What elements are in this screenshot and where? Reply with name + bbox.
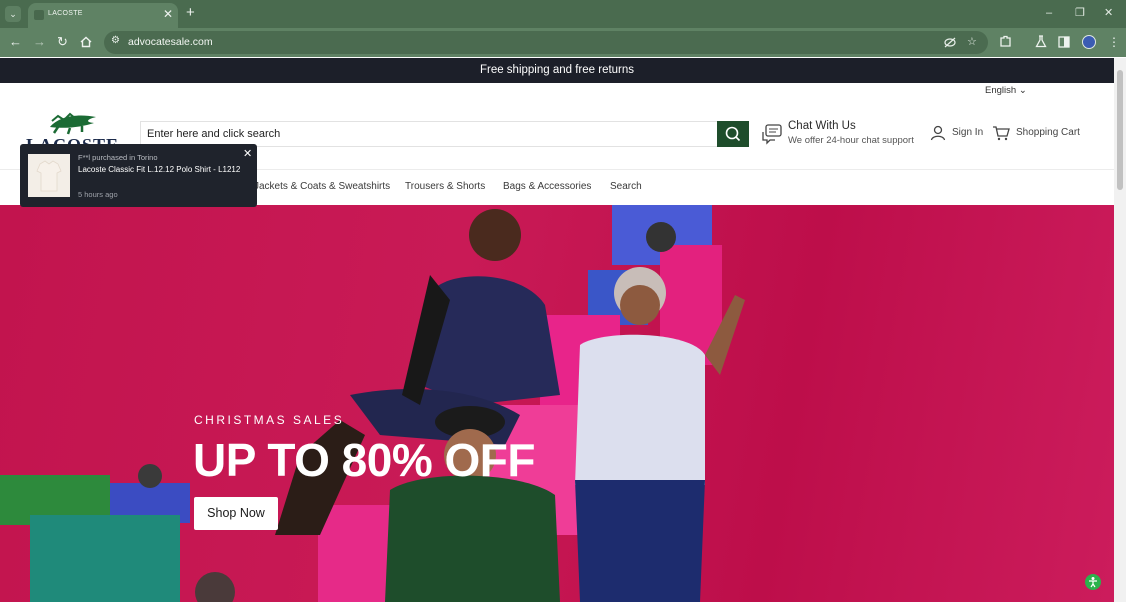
tab-list-chevron-icon[interactable]: ⌄ <box>5 6 21 22</box>
reload-icon[interactable]: ↻ <box>57 34 68 50</box>
favicon-icon <box>34 10 44 20</box>
address-bar[interactable]: ⚙ advocatesale.com ☆ <box>104 31 988 54</box>
nav-item-search[interactable]: Search <box>610 181 642 192</box>
browser-tab[interactable]: LACOSTE ✕ <box>28 3 178 28</box>
chevron-down-icon: ⌄ <box>1018 85 1027 96</box>
language-label: English <box>985 85 1017 96</box>
chat-subtitle: We offer 24-hour chat support <box>788 135 914 146</box>
close-icon[interactable]: ✕ <box>243 147 252 160</box>
browser-toolbar: ← → ↻ ⚙ advocatesale.com ☆ ⋮ <box>0 28 1126 57</box>
nav-item-trousers[interactable]: Trousers & Shorts <box>405 181 485 192</box>
purchase-notification[interactable]: F**l purchased in Torino Lacoste Classic… <box>20 144 257 207</box>
announcement-bar: Free shipping and free returns <box>0 58 1114 83</box>
eye-slash-icon[interactable] <box>944 37 956 48</box>
notification-time: 5 hours ago <box>78 190 118 199</box>
site-info-icon[interactable]: ⚙ <box>111 35 120 46</box>
shop-now-button[interactable]: Shop Now <box>194 497 278 530</box>
scrollbar-thumb[interactable] <box>1117 70 1123 190</box>
nav-item-jackets[interactable]: Jackets & Coats & Sweatshirts <box>254 181 390 192</box>
chat-title[interactable]: Chat With Us <box>788 120 856 132</box>
shopping-cart-link[interactable]: Shopping Cart <box>1016 127 1080 138</box>
forward-arrow-icon[interactable]: → <box>33 34 46 50</box>
product-thumbnail <box>28 154 70 197</box>
hero-title: UP TO 80% OFF <box>193 434 536 486</box>
back-arrow-icon[interactable]: ← <box>9 34 22 50</box>
page-scrollbar[interactable] <box>1114 58 1126 602</box>
hero-banner: CHRISTMAS SALES UP TO 80% OFF Shop Now <box>0 205 1114 602</box>
nav-item-bags[interactable]: Bags & Accessories <box>503 181 591 192</box>
user-icon[interactable] <box>930 125 946 141</box>
language-selector[interactable]: English ⌄ <box>985 85 1027 96</box>
profile-avatar-icon[interactable] <box>1082 35 1096 49</box>
hero-eyebrow: CHRISTMAS SALES <box>194 413 345 427</box>
notification-buyer: F**l purchased in Torino <box>78 153 158 162</box>
polo-shirt-icon <box>36 160 62 192</box>
extensions-icon[interactable] <box>999 35 1012 48</box>
browser-tab-bar: ⌄ LACOSTE ✕ + – ❐ ✕ <box>0 0 1126 28</box>
restore-icon[interactable]: ❐ <box>1075 5 1085 21</box>
labs-flask-icon[interactable] <box>1035 35 1047 48</box>
notification-product[interactable]: Lacoste Classic Fit L.12.12 Polo Shirt -… <box>78 165 240 174</box>
tab-close-icon[interactable]: ✕ <box>163 7 173 21</box>
accessibility-widget-icon[interactable] <box>1085 574 1101 590</box>
url-text: advocatesale.com <box>128 36 213 48</box>
hero-image <box>0 205 745 602</box>
search-button[interactable] <box>717 121 749 147</box>
web-page: Free shipping and free returns English ⌄… <box>0 58 1126 602</box>
home-icon[interactable] <box>80 36 92 48</box>
tab-title: LACOSTE <box>48 10 83 17</box>
new-tab-button[interactable]: + <box>186 5 195 21</box>
sign-in-link[interactable]: Sign In <box>952 127 983 138</box>
browser-menu-icon[interactable]: ⋮ <box>1108 34 1120 50</box>
side-panel-icon[interactable] <box>1058 36 1070 48</box>
shopping-cart-icon[interactable] <box>992 125 1010 141</box>
bookmark-star-icon[interactable]: ☆ <box>967 35 977 48</box>
minimize-icon[interactable]: – <box>1046 5 1052 21</box>
search-icon <box>725 126 741 142</box>
chat-support-icon[interactable] <box>761 123 783 145</box>
close-window-icon[interactable]: ✕ <box>1104 5 1113 21</box>
